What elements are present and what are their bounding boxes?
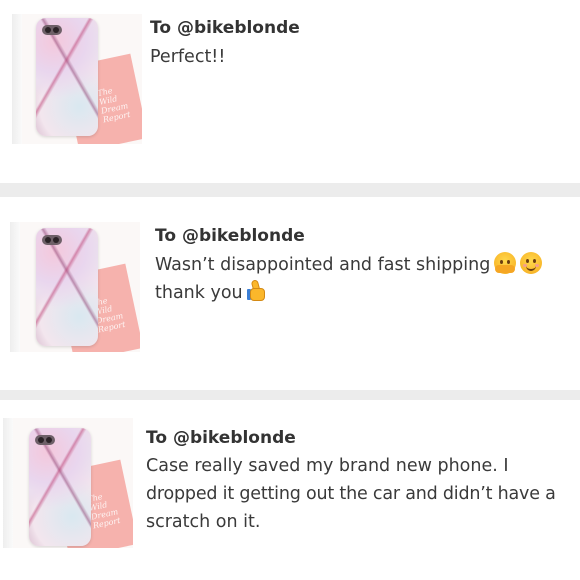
username-link[interactable]: @bikeblonde (182, 226, 305, 246)
message-line: Case really saved my brand new phone. I (146, 456, 509, 476)
marble-phone-case-image (29, 428, 91, 546)
to-prefix: To (146, 428, 173, 448)
review-card: The Wild Dream Report To @bikeblonde Case r… (0, 400, 580, 580)
username-link[interactable]: @bikeblonde (177, 18, 300, 38)
message-line: thank you (155, 279, 542, 307)
product-thumbnail[interactable]: The Wild Dream Report (10, 222, 140, 352)
marble-phone-case-image (36, 18, 98, 136)
message-line: scratch on it. (146, 512, 261, 532)
message-line: dropped it getting out the car and didn’… (146, 484, 556, 504)
to-prefix: To (150, 18, 177, 38)
camera-lens-icon (42, 235, 62, 245)
review-card: The Wild Dream Report To @bikeblonde Perfec… (0, 0, 580, 183)
to-prefix: To (155, 226, 182, 246)
review-recipient: To @bikeblonde (150, 18, 300, 38)
review-recipient: To @bikeblonde (155, 226, 305, 246)
message-line: Wasn’t disappointed and fast shipping (155, 251, 543, 279)
review-message: Case really saved my brand new phone. I … (146, 452, 578, 536)
review-message: Wasn’t disappointed and fast shipping th… (155, 251, 543, 307)
hugging-face-emoji-icon (494, 252, 517, 274)
camera-lens-icon (35, 435, 55, 445)
message-line: Perfect!! (150, 47, 226, 67)
product-thumbnail[interactable]: The Wild Dream Report (3, 418, 133, 548)
thumbnail-background (3, 418, 13, 548)
thumbs-up-emoji-icon (246, 279, 269, 302)
review-card: The Wild Dream Report To @bikeblonde Wasn’t… (0, 197, 580, 390)
marble-phone-case-image (36, 228, 98, 346)
review-message: Perfect!! (150, 43, 225, 71)
smiling-face-emoji-icon (520, 252, 543, 274)
review-recipient: To @bikeblonde (146, 428, 296, 448)
camera-lens-icon (42, 25, 62, 35)
username-link[interactable]: @bikeblonde (173, 428, 296, 448)
thumbnail-background (12, 14, 22, 144)
product-thumbnail[interactable]: The Wild Dream Report (12, 14, 142, 144)
thumbnail-background (10, 222, 20, 352)
